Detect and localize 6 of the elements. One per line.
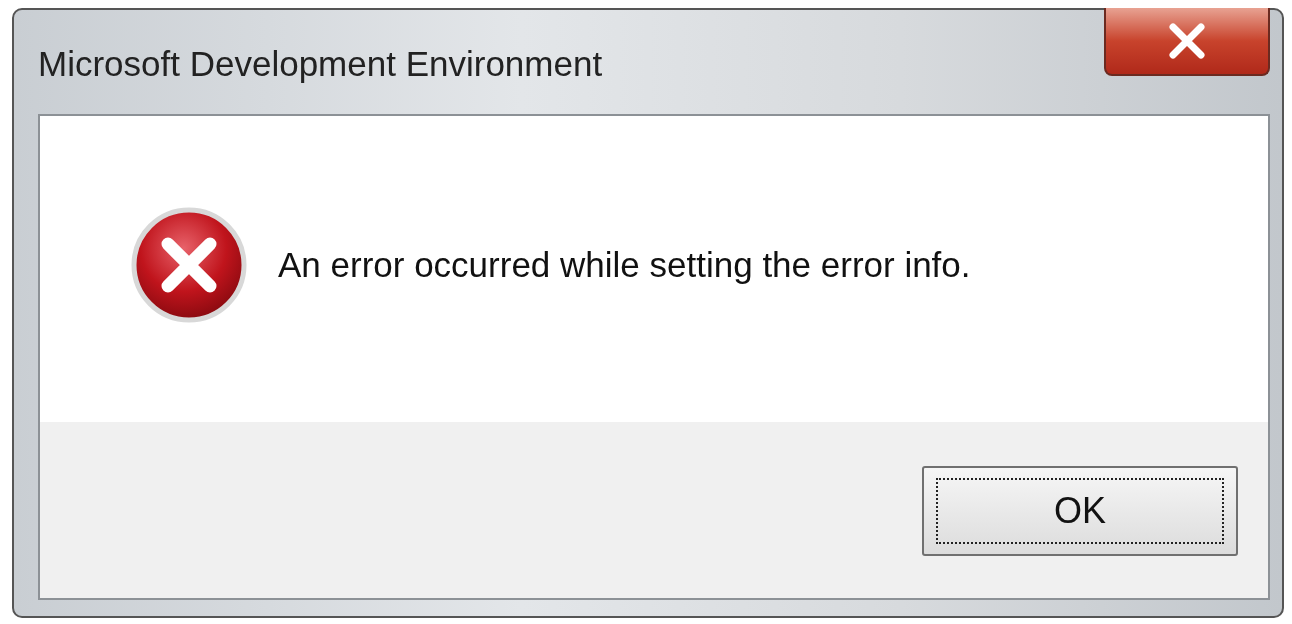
error-icon xyxy=(130,206,248,324)
close-icon xyxy=(1167,23,1207,59)
error-message: An error occurred while setting the error info. xyxy=(278,245,971,285)
window-title: Microsoft Development Environment xyxy=(38,44,603,84)
close-button[interactable] xyxy=(1104,8,1270,76)
ok-button[interactable]: OK xyxy=(922,466,1238,556)
